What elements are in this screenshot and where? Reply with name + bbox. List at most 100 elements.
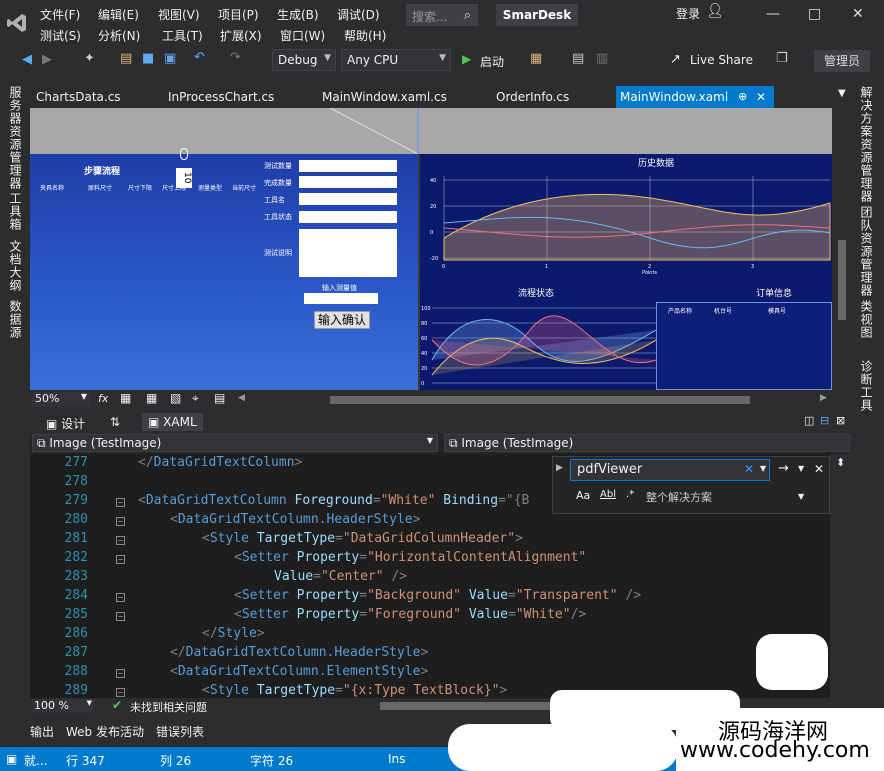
editor-zoom-select[interactable]: 100 % ▼	[32, 699, 94, 713]
new-item-icon[interactable]: ✦	[84, 51, 95, 66]
start-button[interactable]: 启动	[480, 53, 504, 70]
feedback-icon[interactable]: ❐	[776, 51, 788, 66]
search-input[interactable]: 搜索... ⌕	[406, 4, 478, 26]
format-icon[interactable]: ▥	[596, 51, 608, 66]
menu-item[interactable]: 窗口(W)	[280, 27, 325, 44]
config-select[interactable]: Debug ▼	[272, 49, 336, 71]
xaml-tab[interactable]: ▣ XAML	[142, 413, 203, 431]
menu-item[interactable]: 帮助(H)	[344, 27, 386, 44]
spinner-handle-icon[interactable]	[180, 148, 188, 160]
menu-item[interactable]: 调试(D)	[337, 6, 380, 23]
maximize-icon[interactable]: □	[808, 6, 821, 22]
toolbox-tab[interactable]: 工具箱	[7, 192, 24, 231]
pin-icon[interactable]: ⊕	[738, 86, 747, 108]
menu-item[interactable]: 分析(N)	[98, 27, 140, 44]
measure-input[interactable]	[304, 293, 378, 304]
tab-orderinfo[interactable]: OrderInfo.cs	[492, 86, 569, 108]
tab-inprocesschart[interactable]: InProcessChart.cs	[164, 86, 274, 108]
field-input[interactable]	[299, 176, 397, 188]
element-nav-left[interactable]: ⧉ Image (TestImage) ▼	[32, 434, 438, 452]
data-sources-tab[interactable]: 数据源	[7, 300, 24, 339]
output-tab[interactable]: 错误列表	[156, 723, 204, 740]
vertical-split-icon[interactable]: ◫	[804, 414, 814, 427]
menu-item[interactable]: 测试(S)	[40, 27, 81, 44]
zoom-select[interactable]: 50% ▼	[32, 392, 90, 407]
output-tab[interactable]: 输出	[30, 723, 54, 740]
menu-item[interactable]: 项目(P)	[218, 6, 259, 23]
expand-replace-icon[interactable]: ▶	[556, 463, 563, 473]
solution-explorer-tab[interactable]: 解决方案资源管理器	[858, 86, 875, 203]
editor-vertical-scrollbar[interactable]	[832, 454, 850, 698]
menu-item[interactable]: 视图(V)	[158, 6, 200, 23]
field-input[interactable]	[299, 229, 397, 277]
snap-grid-icon[interactable]: ▦	[146, 391, 157, 405]
horizontal-scrollbar[interactable]	[330, 396, 750, 404]
fold-toggle-icon[interactable]: −	[116, 536, 125, 545]
effects-icon[interactable]: ▧	[170, 391, 181, 405]
step-icon[interactable]: ▤	[572, 51, 584, 66]
snap-lines-icon[interactable]: ⌖	[192, 391, 199, 406]
tab-mainwindow-xaml[interactable]: MainWindow.xaml ⊕ ✕	[616, 86, 774, 108]
editor-horizontal-scrollbar[interactable]	[380, 702, 560, 710]
menu-item[interactable]: 编辑(E)	[98, 6, 139, 23]
tab-overflow-icon[interactable]: ▼	[838, 88, 846, 99]
open-folder-icon[interactable]: ▤	[120, 51, 132, 66]
regex-icon[interactable]: .*	[626, 489, 634, 500]
account-icon[interactable]: 👤︎	[706, 3, 724, 19]
close-find-icon[interactable]: ✕	[814, 462, 824, 476]
save-all-icon[interactable]: ▣	[164, 51, 176, 66]
horizontal-split-icon[interactable]: ⊟	[820, 414, 829, 427]
match-case-icon[interactable]: Aa	[576, 489, 590, 502]
search-scope-select[interactable]: 整个解决方案	[646, 489, 712, 505]
close-tab-icon[interactable]: ✕	[756, 86, 766, 108]
scroll-right-icon[interactable]: ▶	[820, 393, 827, 403]
document-outline-tab[interactable]: 文档大纲	[7, 240, 24, 292]
designer-vertical-scrollbar[interactable]	[838, 240, 846, 320]
design-tab[interactable]: ▣ 设计	[40, 413, 91, 431]
split-editor-icon[interactable]: ⬍	[836, 456, 845, 469]
fold-toggle-icon[interactable]: −	[116, 555, 125, 564]
tab-chartsdata[interactable]: ChartsData.cs	[32, 86, 121, 108]
menu-item[interactable]: 生成(B)	[277, 6, 319, 23]
field-input[interactable]	[299, 193, 397, 205]
search-history-icon[interactable]: ▼	[760, 464, 766, 473]
fold-toggle-icon[interactable]: −	[116, 612, 125, 621]
diagnostic-tools-tab[interactable]: 诊断工具	[858, 360, 875, 412]
login-link[interactable]: 登录	[676, 5, 700, 22]
find-options-icon[interactable]: ▼	[798, 464, 804, 473]
team-explorer-tab[interactable]: 团队资源管理器	[858, 206, 875, 297]
swap-panes-icon[interactable]: ⇅	[104, 413, 126, 431]
admin-badge[interactable]: 管理员	[814, 50, 870, 72]
tab-mainwindow-cs[interactable]: MainWindow.xaml.cs	[318, 86, 447, 108]
menu-item[interactable]: 文件(F)	[40, 6, 80, 23]
grid-icon[interactable]: ▦	[120, 391, 131, 405]
fold-toggle-icon[interactable]: −	[116, 517, 125, 526]
fold-toggle-icon[interactable]: −	[116, 669, 125, 678]
close-icon[interactable]: ✕	[852, 6, 864, 22]
scroll-left-icon[interactable]: ◀	[238, 393, 245, 403]
debug-target-icon[interactable]: ▦	[530, 51, 542, 66]
whole-word-icon[interactable]: Abl	[600, 489, 616, 500]
back-icon[interactable]: ◀	[22, 52, 32, 67]
start-icon[interactable]: ▶	[462, 52, 471, 66]
clear-search-icon[interactable]: ✕	[744, 462, 754, 476]
confirm-button[interactable]: 输入确认	[314, 311, 370, 329]
find-next-icon[interactable]: →	[778, 461, 789, 476]
menu-item[interactable]: 工具(T)	[162, 27, 203, 44]
collapse-pane-icon[interactable]: ⊠	[836, 414, 845, 427]
fold-toggle-icon[interactable]: −	[116, 498, 125, 507]
spinner-value[interactable]: 10	[176, 168, 192, 188]
server-explorer-tab[interactable]: 服务器资源管理器	[7, 86, 24, 190]
undo-icon[interactable]: ↶	[194, 50, 205, 65]
fold-toggle-icon[interactable]: −	[116, 688, 125, 697]
class-view-tab[interactable]: 类视图	[858, 300, 875, 339]
element-nav-right[interactable]: ⧉ Image (TestImage)	[444, 434, 850, 452]
menu-item[interactable]: 扩展(X)	[220, 27, 262, 44]
fold-toggle-icon[interactable]: −	[116, 593, 125, 602]
forward-icon[interactable]: ▶	[42, 52, 52, 67]
redo-icon[interactable]: ↷	[230, 50, 241, 65]
minimize-icon[interactable]: —	[766, 6, 780, 22]
output-tab[interactable]: Web 发布活动	[66, 723, 144, 740]
save-icon[interactable]: ■	[142, 51, 154, 66]
field-input[interactable]	[299, 211, 397, 223]
